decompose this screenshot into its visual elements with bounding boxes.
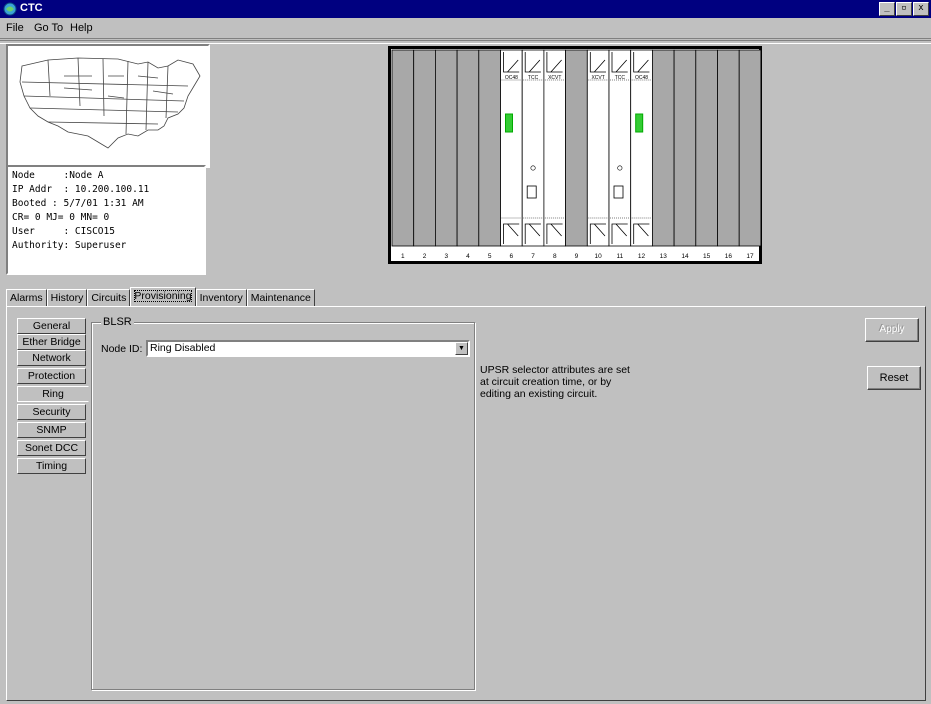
reset-button[interactable]: Reset xyxy=(867,366,921,390)
subtab-sonet-dcc[interactable]: Sonet DCC xyxy=(17,440,86,456)
slot-number: 16 xyxy=(725,253,733,260)
status-led-icon xyxy=(635,113,644,133)
empty-slot-9[interactable] xyxy=(565,49,588,247)
tab-maintenance[interactable]: Maintenance xyxy=(246,289,315,306)
slot-number: 2 xyxy=(423,253,427,260)
blsr-group-title: BLSR xyxy=(101,316,134,328)
subtab-timing[interactable]: Timing xyxy=(17,458,86,474)
empty-slot-15[interactable] xyxy=(695,49,718,247)
subtab-network[interactable]: Network xyxy=(17,350,86,366)
minimize-button[interactable]: _ xyxy=(879,2,895,16)
empty-slot-4[interactable] xyxy=(456,49,480,247)
empty-slot-14[interactable] xyxy=(673,49,697,247)
empty-slot-5[interactable] xyxy=(478,49,501,247)
empty-slot-3[interactable] xyxy=(435,49,458,247)
window-title: CTC xyxy=(20,2,43,14)
status-led-icon xyxy=(505,113,513,133)
menu-help[interactable]: Help xyxy=(70,22,93,34)
slot-number: 17 xyxy=(746,253,754,260)
slot-number: 12 xyxy=(638,253,646,260)
tab-alarms[interactable]: Alarms xyxy=(6,289,47,306)
description-line: editing an existing circuit. xyxy=(480,388,598,400)
card-slot-11[interactable]: TCC xyxy=(608,49,632,247)
slot-number: 1 xyxy=(401,253,405,260)
menu-bar: File Go To Help xyxy=(0,18,931,39)
lan-port-icon xyxy=(613,185,624,199)
slot-number: 5 xyxy=(488,253,492,260)
card-slot-6[interactable]: OC48 xyxy=(500,49,523,247)
description-line: UPSR selector attributes are set xyxy=(480,364,630,376)
slot-number: 13 xyxy=(660,253,668,260)
led-indicator-icon xyxy=(617,165,623,171)
subtab-ring[interactable]: Ring xyxy=(17,386,89,402)
slot-number: 6 xyxy=(510,253,514,260)
menu-file[interactable]: File xyxy=(6,22,24,34)
card-label: XCVT xyxy=(591,75,604,81)
card-slot-8[interactable]: XCVT xyxy=(543,49,566,247)
tab-circuits[interactable]: Circuits xyxy=(87,289,131,306)
menu-go-to[interactable]: Go To xyxy=(34,22,63,34)
shelf-view[interactable]: OC48 TCC XCVT XCVT TCC OC48 1 2 3 4 5 6 7 8 9 10 11 12 13… xyxy=(388,46,762,264)
ctc-app-icon xyxy=(3,2,17,16)
maximize-button[interactable]: ▫ xyxy=(896,2,912,16)
empty-slot-1[interactable] xyxy=(391,49,415,247)
ip-address: IP Addr : 10.200.100.11 xyxy=(12,184,150,195)
blsr-group xyxy=(91,322,475,690)
close-button[interactable]: x xyxy=(913,2,929,16)
subtab-security[interactable]: Security xyxy=(17,404,86,420)
lan-port-icon xyxy=(526,185,537,199)
slot-number: 7 xyxy=(531,253,535,260)
node-info-panel: Node :Node A IP Addr : 10.200.100.11 Boo… xyxy=(6,165,206,275)
apply-button[interactable]: Apply xyxy=(865,318,919,342)
tab-history[interactable]: History xyxy=(46,289,88,306)
empty-slot-16[interactable] xyxy=(717,49,740,247)
empty-slot-17[interactable] xyxy=(738,49,762,247)
tab-provisioning[interactable]: Provisioning xyxy=(130,287,196,306)
empty-slot-13[interactable] xyxy=(651,49,675,247)
subtab-protection[interactable]: Protection xyxy=(17,368,86,384)
node-id-value: Ring Disabled xyxy=(150,342,216,354)
slot-number: 15 xyxy=(703,253,711,260)
title-bar: CTC _ ▫ x xyxy=(0,0,931,18)
user-name: User : CISCO15 xyxy=(12,226,115,237)
node-name: Node :Node A xyxy=(12,170,104,181)
card-label: OC48 xyxy=(505,75,518,81)
slot-number: 3 xyxy=(444,253,448,260)
slot-number: 8 xyxy=(553,253,557,260)
slot-number: 10 xyxy=(595,253,603,260)
slot-number: 11 xyxy=(616,253,623,260)
us-map-icon xyxy=(19,57,201,149)
authority: Authority: Superuser xyxy=(12,240,127,251)
tab-inventory[interactable]: Inventory xyxy=(195,289,247,306)
node-id-label: Node ID: xyxy=(101,343,143,355)
upsr-description: UPSR selector attributes are set at circ… xyxy=(480,364,630,400)
slot-number: 14 xyxy=(681,253,689,260)
led-indicator-icon xyxy=(530,165,536,171)
slot-number: 9 xyxy=(575,253,579,260)
card-slot-12[interactable]: OC48 xyxy=(630,49,653,247)
main-tab-bar: Alarms History Circuits Provisioning Inv… xyxy=(6,287,315,307)
subtab-snmp[interactable]: SNMP xyxy=(17,422,86,438)
booted-time: Booted : 5/7/01 1:31 AM xyxy=(12,198,144,209)
node-id-select[interactable]: Ring Disabled ▼ xyxy=(146,340,470,357)
card-label: TCC xyxy=(615,75,626,81)
empty-slot-2[interactable] xyxy=(413,49,436,247)
alarm-counts: CR= 0 MJ= 0 MN= 0 xyxy=(12,212,110,223)
description-line: at circuit creation time, or by xyxy=(480,376,612,388)
card-label: XCVT xyxy=(548,75,561,81)
subtab-ether-bridge[interactable]: Ether Bridge xyxy=(17,334,86,350)
dropdown-arrow-icon[interactable]: ▼ xyxy=(455,342,468,355)
network-map[interactable] xyxy=(6,44,210,168)
slot-number: 4 xyxy=(466,253,470,260)
subtab-general[interactable]: General xyxy=(17,318,86,334)
card-label: OC48 xyxy=(635,75,648,81)
card-slot-7[interactable]: TCC xyxy=(521,49,545,247)
card-label: TCC xyxy=(528,75,539,81)
card-slot-10[interactable]: XCVT xyxy=(586,49,610,247)
